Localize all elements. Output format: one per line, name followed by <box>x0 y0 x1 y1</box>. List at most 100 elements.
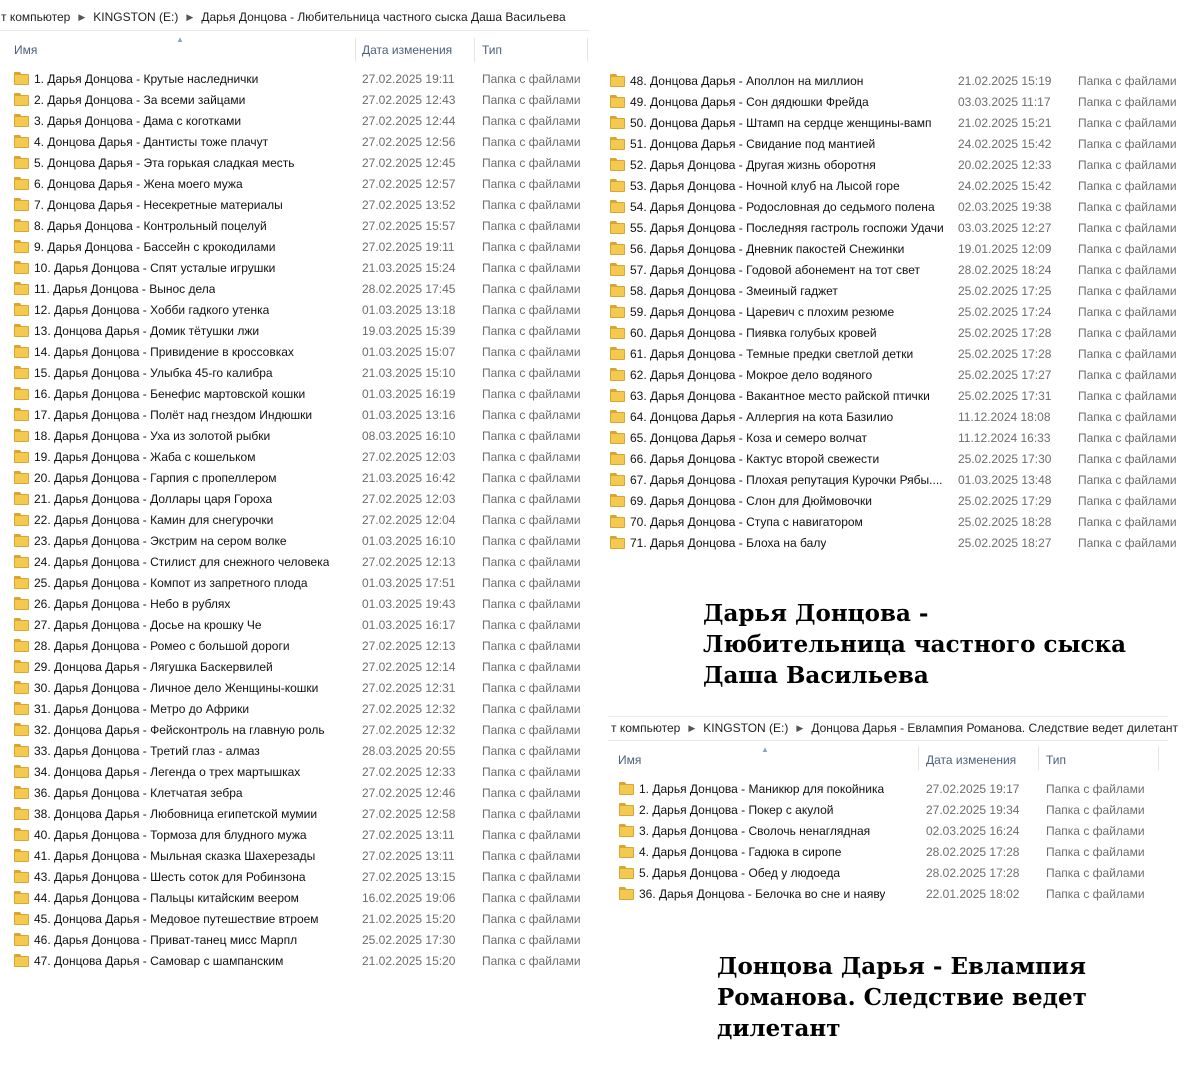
folder-row[interactable]: 53. Дарья Донцова - Ночной клуб на Лысой… <box>610 175 1180 196</box>
folder-row[interactable]: 9. Дарья Донцова - Бассейн с крокодилами… <box>14 236 586 257</box>
folder-row[interactable]: 48. Донцова Дарья - Аполлон на миллион 21… <box>610 70 1180 91</box>
column-header-name[interactable]: Имя <box>14 43 37 57</box>
folder-row[interactable]: 23. Дарья Донцова - Экстрим на сером вол… <box>14 530 586 551</box>
folder-row[interactable]: 7. Донцова Дарья - Несекретные материалы… <box>14 194 586 215</box>
folder-row[interactable]: 41. Дарья Донцова - Мыльная сказка Шахер… <box>14 845 586 866</box>
folder-row[interactable]: 30. Дарья Донцова - Личное дело Женщины-… <box>14 677 586 698</box>
folder-row[interactable]: 28. Дарья Донцова - Ромео с большой доро… <box>14 635 586 656</box>
folder-row[interactable]: 4. Донцова Дарья - Дантисты тоже плачут 2… <box>14 131 586 152</box>
folder-name: 7. Донцова Дарья - Несекретные материалы <box>34 197 283 212</box>
folder-row[interactable]: 4. Дарья Донцова - Гадюка в сиропе 28.02.… <box>619 841 1159 862</box>
folder-date: 25.02.2025 18:27 <box>958 535 1052 550</box>
column-divider[interactable] <box>355 38 356 62</box>
folder-row[interactable]: 12. Дарья Донцова - Хобби гадкого утенка… <box>14 299 586 320</box>
folder-row[interactable]: 54. Дарья Донцова - Родословная до седьм… <box>610 196 1180 217</box>
folder-row[interactable]: 17. Дарья Донцова - Полёт над гнездом Ин… <box>14 404 586 425</box>
folder-type: Папка с файлами <box>1078 430 1177 445</box>
folder-row[interactable]: 67. Дарья Донцова - Плохая репутация Кур… <box>610 469 1180 490</box>
folder-row[interactable]: 47. Донцова Дарья - Самовар с шампанским… <box>14 950 586 971</box>
folder-row[interactable]: 34. Донцова Дарья - Легенда о трех марты… <box>14 761 586 782</box>
folder-row[interactable]: 16. Дарья Донцова - Бенефис мартовской к… <box>14 383 586 404</box>
column-divider[interactable] <box>587 38 588 62</box>
breadcrumb-computer[interactable]: т компьютер <box>0 10 71 24</box>
folder-row[interactable]: 11. Дарья Донцова - Вынос дела 28.02.2025… <box>14 278 586 299</box>
folder-date: 28.02.2025 17:45 <box>362 281 456 296</box>
folder-row[interactable]: 69. Дарья Донцова - Слон для Дюймовочки 2… <box>610 490 1180 511</box>
column-header-type[interactable]: Тип <box>1046 753 1066 767</box>
folder-row[interactable]: 6. Донцова Дарья - Жена моего мужа 27.02.… <box>14 173 586 194</box>
folder-row[interactable]: 1. Дарья Донцова - Маникюр для покойника… <box>619 778 1159 799</box>
chevron-right-icon[interactable]: ▶ <box>186 12 193 23</box>
column-header-date[interactable]: Дата изменения <box>362 43 452 57</box>
folder-row[interactable]: 56. Дарья Донцова - Дневник пакостей Сне… <box>610 238 1180 259</box>
column-divider[interactable] <box>1038 746 1039 770</box>
folder-row[interactable]: 22. Дарья Донцова - Камин для снегурочки… <box>14 509 586 530</box>
folder-row[interactable]: 19. Дарья Донцова - Жаба с кошельком 27.0… <box>14 446 586 467</box>
folder-row[interactable]: 10. Дарья Донцова - Спят усталые игрушки… <box>14 257 586 278</box>
folder-row[interactable]: 70. Дарья Донцова - Ступа с навигатором 2… <box>610 511 1180 532</box>
folder-row[interactable]: 63. Дарья Донцова - Вакантное место райс… <box>610 385 1180 406</box>
folder-row[interactable]: 36. Дарья Донцова - Клетчатая зебра 27.02… <box>14 782 586 803</box>
folder-row[interactable]: 3. Дарья Донцова - Дама с коготками 27.02… <box>14 110 586 131</box>
chevron-right-icon[interactable]: ▶ <box>796 723 803 734</box>
folder-row[interactable]: 26. Дарья Донцова - Небо в рублях 01.03.2… <box>14 593 586 614</box>
folder-row[interactable]: 44. Дарья Донцова - Пальцы китайским вее… <box>14 887 586 908</box>
folder-row[interactable]: 43. Дарья Донцова - Шесть соток для Роби… <box>14 866 586 887</box>
folder-row[interactable]: 61. Дарья Донцова - Темные предки светло… <box>610 343 1180 364</box>
folder-row[interactable]: 36. Дарья Донцова - Белочка во сне и ная… <box>619 883 1159 904</box>
folder-row[interactable]: 2. Дарья Донцова - За всеми зайцами 27.02… <box>14 89 586 110</box>
folder-row[interactable]: 3. Дарья Донцова - Сволочь ненаглядная 02… <box>619 820 1159 841</box>
folder-row[interactable]: 62. Дарья Донцова - Мокрое дело водяного… <box>610 364 1180 385</box>
folder-row[interactable]: 49. Донцова Дарья - Сон дядюшки Фрейда 03… <box>610 91 1180 112</box>
breadcrumb-drive[interactable]: KINGSTON (E:) <box>92 10 179 24</box>
folder-row[interactable]: 45. Донцова Дарья - Медовое путешествие … <box>14 908 586 929</box>
folder-icon <box>14 828 30 841</box>
column-divider[interactable] <box>474 38 475 62</box>
folder-row[interactable]: 58. Дарья Донцова - Змеиный гаджет 25.02.… <box>610 280 1180 301</box>
folder-row[interactable]: 50. Донцова Дарья - Штамп на сердце женщ… <box>610 112 1180 133</box>
folder-row[interactable]: 15. Дарья Донцова - Улыбка 45-го калибра… <box>14 362 586 383</box>
breadcrumb-folder[interactable]: Дарья Донцова - Любительница частного сы… <box>200 10 566 24</box>
folder-row[interactable]: 27. Дарья Донцова - Досье на крошку Че 01… <box>14 614 586 635</box>
folder-row[interactable]: 24. Дарья Донцова - Стилист для снежного… <box>14 551 586 572</box>
folder-row[interactable]: 52. Дарья Донцова - Другая жизнь оборотн… <box>610 154 1180 175</box>
folder-date: 21.02.2025 15:20 <box>362 953 456 968</box>
folder-row[interactable]: 40. Дарья Донцова - Тормоза для блудного… <box>14 824 586 845</box>
folder-row[interactable]: 32. Донцова Дарья - Фейсконтроль на глав… <box>14 719 586 740</box>
breadcrumb-folder[interactable]: Донцова Дарья - Евлампия Романова. Следс… <box>810 721 1179 735</box>
folder-row[interactable]: 20. Дарья Донцова - Гарпия с пропеллером… <box>14 467 586 488</box>
folder-row[interactable]: 18. Дарья Донцова - Уха из золотой рыбки… <box>14 425 586 446</box>
breadcrumb-drive[interactable]: KINGSTON (E:) <box>702 721 789 735</box>
breadcrumb-computer[interactable]: т компьютер <box>610 721 681 735</box>
folder-row[interactable]: 64. Донцова Дарья - Аллергия на кота Баз… <box>610 406 1180 427</box>
folder-row[interactable]: 33. Дарья Донцова - Третий глаз - алмаз 2… <box>14 740 586 761</box>
folder-row[interactable]: 55. Дарья Донцова - Последняя гастроль г… <box>610 217 1180 238</box>
column-divider[interactable] <box>1158 746 1159 770</box>
folder-row[interactable]: 71. Дарья Донцова - Блоха на балу 25.02.2… <box>610 532 1180 553</box>
folder-row[interactable]: 65. Донцова Дарья - Коза и семеро волчат… <box>610 427 1180 448</box>
folder-row[interactable]: 14. Дарья Донцова - Привидение в кроссов… <box>14 341 586 362</box>
folder-row[interactable]: 1. Дарья Донцова - Крутые наследнички 27.… <box>14 68 586 89</box>
folder-row[interactable]: 5. Дарья Донцова - Обед у людоеда 28.02.2… <box>619 862 1159 883</box>
folder-row[interactable]: 60. Дарья Донцова - Пиявка голубых крове… <box>610 322 1180 343</box>
column-divider[interactable] <box>918 746 919 770</box>
folder-row[interactable]: 5. Донцова Дарья - Эта горькая сладкая м… <box>14 152 586 173</box>
folder-row[interactable]: 46. Дарья Донцова - Приват-танец мисс Ма… <box>14 929 586 950</box>
column-header-type[interactable]: Тип <box>482 43 502 57</box>
folder-row[interactable]: 13. Донцова Дарья - Домик тётушки лжи 19.… <box>14 320 586 341</box>
folder-row[interactable]: 31. Дарья Донцова - Метро до Африки 27.02… <box>14 698 586 719</box>
folder-row[interactable]: 59. Дарья Донцова - Царевич с плохим рез… <box>610 301 1180 322</box>
folder-row[interactable]: 21. Дарья Донцова - Доллары царя Гороха 2… <box>14 488 586 509</box>
folder-row[interactable]: 2. Дарья Донцова - Покер с акулой 27.02.2… <box>619 799 1159 820</box>
folder-row[interactable]: 57. Дарья Донцова - Годовой абонемент на… <box>610 259 1180 280</box>
folder-row[interactable]: 25. Дарья Донцова - Компот из запретного… <box>14 572 586 593</box>
column-header-name[interactable]: Имя <box>618 753 641 767</box>
column-header-date[interactable]: Дата изменения <box>926 753 1016 767</box>
chevron-right-icon[interactable]: ▶ <box>78 12 85 23</box>
folder-row[interactable]: 29. Донцова Дарья - Лягушка Баскервилей 2… <box>14 656 586 677</box>
folder-row[interactable]: 66. Дарья Донцова - Кактус второй свежес… <box>610 448 1180 469</box>
folder-row[interactable]: 51. Донцова Дарья - Свидание под мантией… <box>610 133 1180 154</box>
folder-row[interactable]: 8. Дарья Донцова - Контрольный поцелуй 27… <box>14 215 586 236</box>
folder-row[interactable]: 38. Донцова Дарья - Любовница египетской… <box>14 803 586 824</box>
chevron-right-icon[interactable]: ▶ <box>688 723 695 734</box>
